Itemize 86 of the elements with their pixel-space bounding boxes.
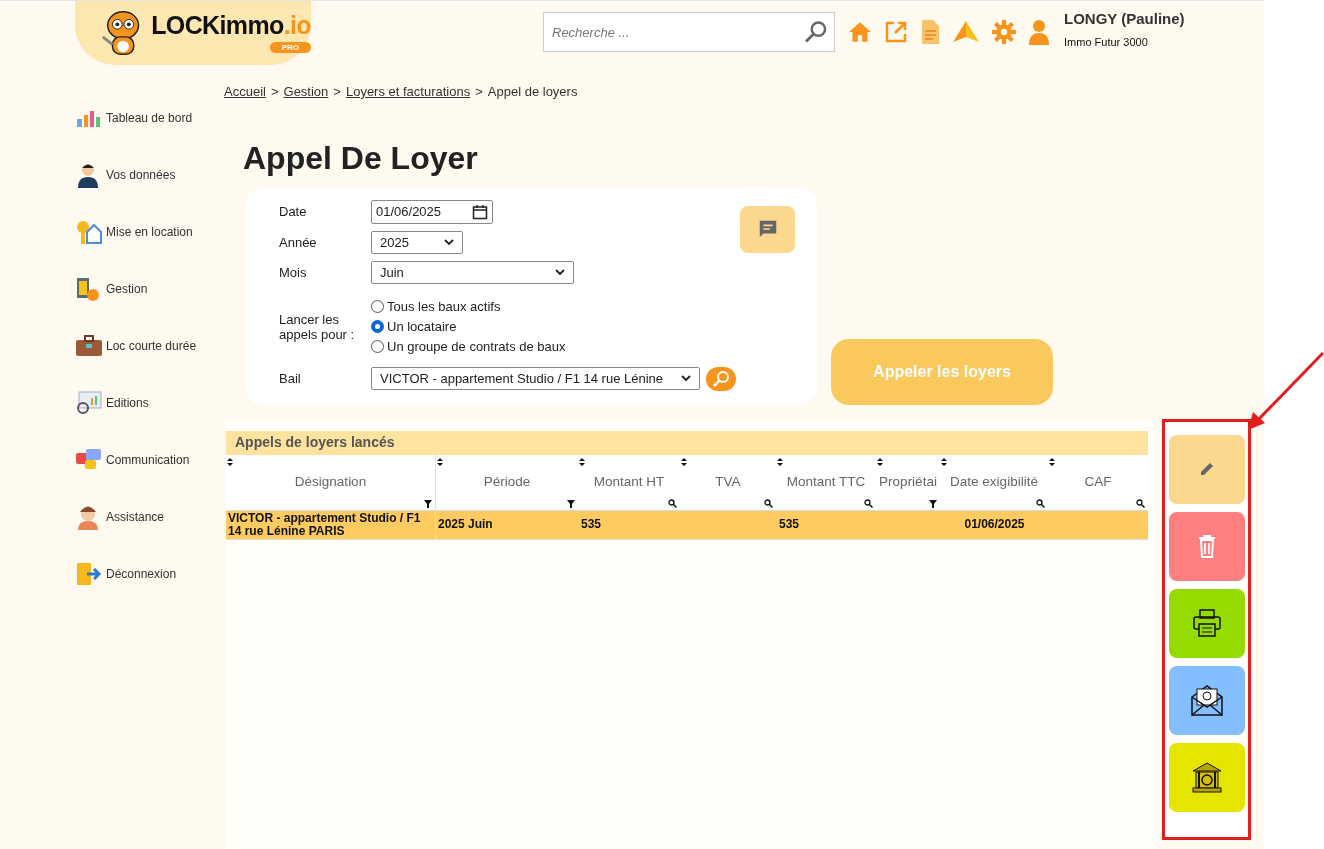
chevron-down-icon: [681, 375, 691, 382]
envelope-icon: [1189, 683, 1224, 717]
table-cell: 01/06/2025: [964, 518, 1025, 531]
table-cell: 535: [779, 518, 800, 531]
search-icon[interactable]: [668, 498, 677, 508]
radio-button[interactable]: [371, 300, 384, 313]
email-button[interactable]: [1168, 665, 1245, 735]
breadcrumb-link[interactable]: Gestion: [283, 82, 329, 102]
logo[interactable]: LOCKimmo.io PRO: [75, 1, 311, 65]
column-header[interactable]: CAF: [1084, 471, 1112, 493]
month-select[interactable]: Juin: [371, 261, 574, 284]
search-icon[interactable]: [864, 498, 873, 508]
sidebar-item[interactable]: Vos données: [75, 146, 224, 203]
chevron-down-icon: [444, 239, 454, 246]
search-icon[interactable]: [764, 498, 773, 508]
table-cell-text: VICTOR - appartement Studio / F1 14 rue Lénine PARIS: [228, 511, 422, 538]
sort-icon[interactable]: [941, 457, 947, 466]
company-name: Immo Futur 3000: [1064, 34, 1149, 50]
search-icon[interactable]: [1036, 498, 1045, 508]
lease-select[interactable]: VICTOR - appartement Studio / F1 14 rue Lénine: [371, 367, 700, 390]
radio-option[interactable]: Un groupe de contrats de baux: [371, 338, 566, 355]
radio-option[interactable]: Tous les baux actifs: [371, 298, 566, 315]
breadcrumb-current: Appel de loyers: [487, 83, 578, 101]
menu-icon: [75, 218, 103, 245]
breadcrumb-separator: >: [333, 83, 341, 101]
breadcrumb-separator: >: [270, 83, 279, 101]
sidebar-item[interactable]: Mise en location: [75, 203, 224, 260]
sort-icon[interactable]: [227, 457, 233, 466]
filter-icon[interactable]: [567, 499, 575, 508]
bank-icon: [1190, 760, 1223, 794]
sort-icon[interactable]: [681, 457, 687, 466]
breadcrumb-link[interactable]: Loyers et facturations: [345, 82, 471, 102]
table-row[interactable]: VICTOR - appartement Studio / F1 14 rue Lénine PARIS 2025 Juin 535 535 01/06/2025: [226, 510, 1148, 540]
breadcrumb-separator: >: [475, 83, 483, 101]
print-button[interactable]: [1168, 588, 1245, 658]
logo-text: LOCKimmo.io: [151, 13, 311, 38]
sidebar-item[interactable]: Assistance: [75, 488, 224, 545]
filter-icon[interactable]: [929, 499, 937, 508]
sort-icon[interactable]: [777, 457, 783, 466]
filter-icon[interactable]: [424, 499, 432, 508]
sort-icon[interactable]: [579, 457, 585, 466]
trash-icon: [1196, 534, 1217, 558]
sort-icon[interactable]: [877, 457, 883, 466]
sidebar-item[interactable]: Tableau de bord: [75, 89, 224, 146]
bank-button[interactable]: [1168, 742, 1245, 812]
column-header[interactable]: Propriétai: [879, 471, 937, 493]
table-cell: 535: [581, 518, 602, 531]
sidebar-item[interactable]: Gestion: [75, 260, 224, 317]
sidebar-item[interactable]: Editions: [75, 374, 224, 431]
user-name: LONGY (Pauline): [1064, 9, 1185, 29]
pro-badge: PRO: [269, 42, 311, 53]
sort-icon[interactable]: [1049, 457, 1055, 466]
year-select[interactable]: 2025: [371, 231, 463, 254]
radio-option[interactable]: Un locataire: [371, 318, 566, 335]
sidebar-item[interactable]: Déconnexion: [75, 545, 224, 602]
column-header[interactable]: Date exigibilité: [950, 471, 1038, 493]
radio-button[interactable]: [371, 320, 384, 333]
chevron-down-icon: [555, 269, 565, 276]
breadcrumb-link[interactable]: Accueil: [224, 82, 266, 102]
column-header[interactable]: Période: [483, 471, 531, 493]
column-header[interactable]: TVA: [715, 471, 741, 493]
table-cell: 2025 Juin: [438, 518, 493, 531]
field-label: Année: [279, 233, 318, 252]
search-icon[interactable]: [1136, 498, 1145, 508]
field-label: Date: [279, 202, 308, 221]
calendar-icon[interactable]: [472, 203, 488, 220]
column-header[interactable]: Montant HT: [593, 471, 665, 493]
field-label: Lancer les appels pour :: [279, 311, 356, 342]
menu-icon: [75, 332, 103, 359]
column-header[interactable]: Désignation: [294, 471, 367, 493]
search-icon: [712, 369, 730, 388]
printer-icon: [1191, 608, 1222, 638]
menu-icon: [75, 389, 103, 416]
sidebar-item[interactable]: Communication: [75, 431, 224, 488]
sidebar-item[interactable]: Loc courte durée: [75, 317, 224, 374]
menu-icon: [75, 560, 103, 587]
radio-button[interactable]: [371, 340, 384, 353]
field-label: Bail: [279, 369, 302, 388]
comment-button[interactable]: [740, 205, 795, 253]
column-header[interactable]: Montant TTC: [786, 471, 866, 493]
sort-icon[interactable]: [437, 457, 443, 466]
field-label: Mois: [279, 263, 308, 282]
pencil-icon: [1198, 461, 1215, 477]
page-title: Appel De Loyer: [243, 141, 479, 174]
date-field[interactable]: 01/06/2025: [371, 199, 493, 224]
table-title: Appels de loyers lancés: [226, 430, 1148, 455]
